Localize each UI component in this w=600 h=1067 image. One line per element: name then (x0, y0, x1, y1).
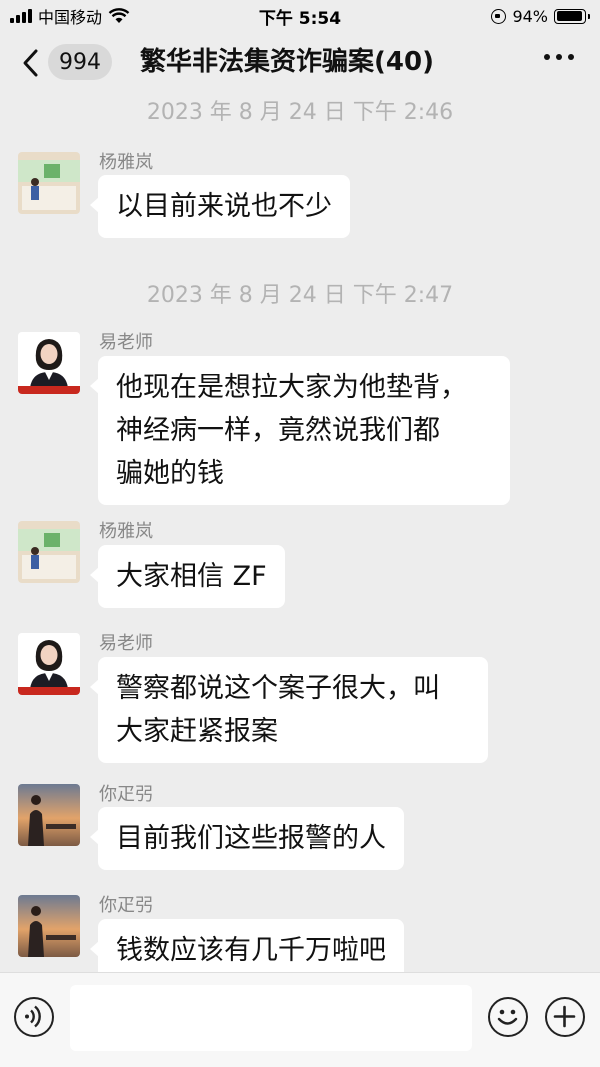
sender-name: 你疋弜 (99, 784, 153, 805)
battery-icon (554, 8, 590, 24)
message-line: 以目前来说也不少 (116, 191, 332, 222)
sender-name: 易老师 (99, 633, 153, 654)
message-line: 大家赶紧报案 (116, 716, 278, 747)
timestamp: 2023 年 8 月 24 日 下午 2:46 (146, 100, 454, 125)
sender-name: 杨雅岚 (99, 521, 153, 542)
avatar-woman[interactable] (18, 332, 80, 394)
more-dots-icon[interactable] (544, 54, 574, 60)
plus-icon[interactable] (545, 997, 585, 1037)
status-right: 94% (491, 6, 590, 26)
avatar-woman[interactable] (18, 633, 80, 695)
avatar-sunset[interactable] (18, 784, 80, 846)
sender-name: 杨雅岚 (99, 152, 153, 173)
timestamp: 2023 年 8 月 24 日 下午 2:47 (146, 283, 454, 308)
avatar-sunset[interactable] (18, 895, 80, 957)
voice-icon[interactable] (14, 997, 54, 1037)
orientation-lock-icon (491, 8, 507, 24)
message-bubble[interactable]: 以目前来说也不少 (90, 175, 350, 238)
page-title: 繁华非法集资诈骗案(40) (140, 47, 434, 77)
message-line: 骗她的钱 (116, 458, 224, 489)
input-bar (0, 972, 600, 1067)
signal-icon (10, 9, 32, 23)
message-line: 他现在是想拉大家为他垫背， (116, 372, 467, 403)
avatar-classroom[interactable] (18, 152, 80, 214)
chat-header: 994 繁华非法集资诈骗案(40) (0, 32, 600, 92)
status-bar: 中国移动 下午 5:54 94% (0, 0, 600, 32)
battery-fill (556, 11, 582, 21)
message-line: 神经病一样，竟然说我们都 (116, 415, 440, 446)
message-bubble[interactable]: 警察都说这个案子很大，叫 大家赶紧报案 (90, 657, 488, 763)
sender-name: 易老师 (99, 332, 153, 353)
status-left: 中国移动 (10, 4, 130, 28)
sender-name: 你疋弜 (99, 895, 153, 916)
carrier-label: 中国移动 (38, 8, 103, 27)
battery-label: 94% (512, 6, 548, 26)
message-bubble[interactable]: 目前我们这些报警的人 (90, 807, 404, 870)
message-line: 钱数应该有几千万啦吧 (116, 935, 386, 966)
wifi-icon (108, 8, 130, 23)
message-input[interactable] (70, 985, 472, 1051)
emoji-icon[interactable] (488, 997, 528, 1037)
message-bubble[interactable]: 他现在是想拉大家为他垫背， 神经病一样，竟然说我们都 骗她的钱 (90, 356, 510, 505)
message-line: 警察都说这个案子很大，叫 (116, 673, 440, 704)
avatar-classroom[interactable] (18, 521, 80, 583)
chevron-left-icon[interactable] (18, 48, 44, 78)
message-line: 目前我们这些报警的人 (116, 823, 386, 854)
message-line: 大家相信 ZF (116, 561, 267, 592)
back-unread-badge[interactable]: 994 (48, 44, 112, 80)
message-bubble[interactable]: 大家相信 ZF (90, 545, 285, 608)
